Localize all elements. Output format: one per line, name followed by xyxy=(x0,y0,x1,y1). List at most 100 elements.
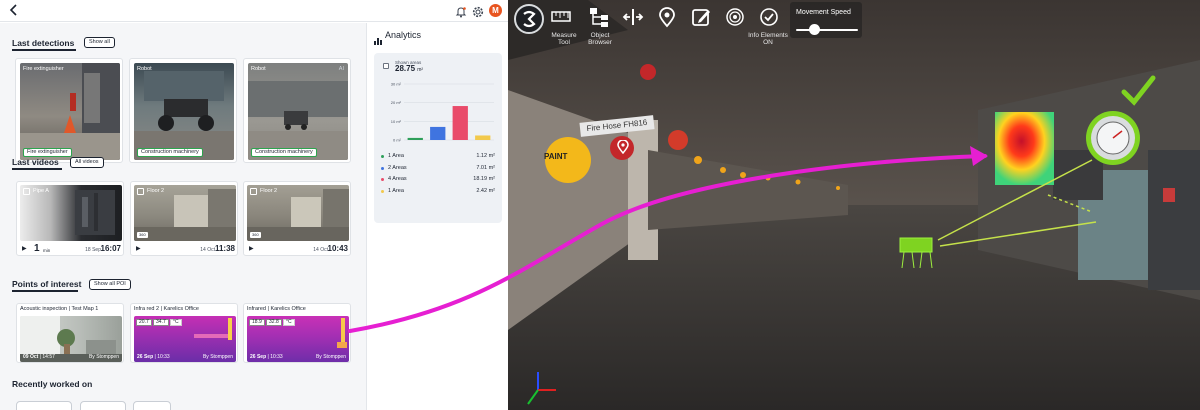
section-underline xyxy=(12,168,62,170)
play-icon[interactable]: ▶ xyxy=(22,245,27,252)
ruler-icon[interactable] xyxy=(550,6,572,28)
measure-tool-label: Measure Tool xyxy=(551,32,577,46)
all-videos-button[interactable]: All videos xyxy=(70,157,104,168)
video-name: Floor 2 xyxy=(147,188,165,194)
warehouse-scene xyxy=(508,0,1200,410)
show-all-poi-button[interactable]: Show all POI xyxy=(89,279,131,290)
bar-3[interactable] xyxy=(452,106,468,140)
speed-slider-track[interactable] xyxy=(796,29,858,31)
cube-360-icon xyxy=(250,188,257,195)
ai-badge: AI xyxy=(338,66,344,72)
bar-chart-icon xyxy=(374,32,382,45)
detection-card[interactable]: Robot Construction machinery xyxy=(129,58,237,163)
hierarchy-icon[interactable] xyxy=(588,6,610,28)
area-checkbox[interactable] xyxy=(383,63,389,69)
last-detections-title: Last detections xyxy=(12,38,75,48)
legend-name: 1 Area xyxy=(388,187,404,194)
section-underline xyxy=(12,290,78,292)
detection-card[interactable]: Fire extinguisher Fire extinguisher xyxy=(15,58,123,163)
video-footer: ▶ 14 Oct 10:43 xyxy=(244,243,350,255)
detection-tag: Construction machinery xyxy=(251,148,317,157)
top-bar: M xyxy=(0,0,508,22)
legend-item[interactable]: 1 Area 1.12 m² xyxy=(381,153,495,162)
temp-unit-label: °C xyxy=(283,319,295,326)
legend-name: 4 Areas xyxy=(388,176,407,182)
video-duration: 1 xyxy=(34,243,40,254)
back-chevron-icon[interactable] xyxy=(8,4,22,18)
app-logo[interactable] xyxy=(514,4,544,34)
split-arrows-icon[interactable] xyxy=(622,6,644,28)
info-elements-label: Info Elements ON xyxy=(748,32,788,46)
video-thumbnail: Floor 2 360 xyxy=(247,185,349,241)
poi-title: Infrared | Karelics Office xyxy=(247,306,306,312)
legend-value: 2.42 m² xyxy=(476,187,495,194)
y-tick-label: 10 m² xyxy=(391,119,402,124)
points-of-interest-title: Points of interest xyxy=(12,279,82,289)
legend-color-dot xyxy=(381,166,384,170)
recent-item[interactable] xyxy=(16,401,72,410)
temp-unit-label: °C xyxy=(170,319,182,326)
poi-title: Acoustic inspection | Test Map 1 xyxy=(20,306,99,312)
poi-thumbnail: 18.9 32.8 °C 26 Sep | 10:33 By Stomppen xyxy=(247,316,349,362)
detection-thumbnail: Fire extinguisher Fire extinguisher xyxy=(20,63,120,160)
poi-card[interactable]: Infrared | Karelics Office 18.9 32.8 °C … xyxy=(243,303,351,363)
map-pin-icon[interactable] xyxy=(656,6,678,28)
legend-color-dot xyxy=(381,189,384,193)
camera-icon xyxy=(23,188,30,195)
play-icon[interactable]: ▶ xyxy=(136,245,141,252)
poi-title: Infra red 2 | Karelics Office xyxy=(134,306,199,312)
poi-date: 26 Sep | 10:33 xyxy=(250,354,283,360)
poi-card[interactable]: Acoustic inspection | Test Map 1 09 Oct … xyxy=(16,303,124,363)
video-360-badge: 360 xyxy=(137,232,148,238)
video-card[interactable]: Pipe A ▶ 1 min 18 Sep 16:07 xyxy=(16,181,124,256)
legend-item[interactable]: 2 Areas 7.01 m² xyxy=(381,165,495,174)
temp-low-label: 20.7 xyxy=(136,319,152,326)
poi-thumbnail: 20.7 34.7 °C 26 Sep | 10:33 By Stomppen xyxy=(134,316,236,362)
legend-item[interactable]: 1 Area 2.42 m² xyxy=(381,188,495,197)
dashboard-panel: M Last detections Show all Fire extingui… xyxy=(0,0,508,410)
bar-2[interactable] xyxy=(430,126,446,140)
legend-name: 2 Areas xyxy=(388,164,407,171)
analytics-title: Analytics xyxy=(385,30,422,40)
video-time: 11:38 xyxy=(214,244,235,253)
poi-card[interactable]: Infra red 2 | Karelics Office 20.7 34.7 … xyxy=(130,303,238,363)
map-pin-marker-icon[interactable] xyxy=(616,139,630,155)
detection-card[interactable]: Robot AI Construction machinery xyxy=(243,58,351,163)
video-date: 14 Oct xyxy=(200,247,215,253)
bar-4[interactable] xyxy=(475,135,491,140)
video-card[interactable]: Floor 2 360 ▶ 14 Oct 11:38 xyxy=(130,181,238,256)
speed-slider-handle[interactable] xyxy=(809,24,821,35)
check-circle-icon[interactable] xyxy=(758,6,780,28)
recent-item[interactable] xyxy=(80,401,126,410)
3d-viewer[interactable]: Measure Tool Object Browser Info Element… xyxy=(508,0,1200,410)
video-date: 18 Sep xyxy=(85,247,101,253)
edit-icon[interactable] xyxy=(690,6,712,28)
main-content: Last detections Show all Fire extinguish… xyxy=(0,23,366,410)
video-time: 10:43 xyxy=(327,244,348,253)
bell-icon[interactable] xyxy=(455,5,467,18)
legend-item[interactable]: 4 Areas 18.19 m² xyxy=(381,176,495,185)
movement-speed-control: Movement Speed xyxy=(790,2,862,38)
section-underline xyxy=(12,49,76,51)
video-thumbnail: Pipe A xyxy=(20,185,122,241)
recent-item[interactable] xyxy=(133,401,171,410)
video-footer: ▶ 14 Oct 11:38 xyxy=(131,243,237,255)
show-all-detections-button[interactable]: Show all xyxy=(84,37,115,48)
movement-speed-label: Movement Speed xyxy=(796,9,851,16)
video-card[interactable]: Floor 2 360 ▶ 14 Oct 10:43 xyxy=(243,181,351,256)
object-browser-label: Object Browser xyxy=(588,32,612,46)
video-thumbnail: Floor 2 360 xyxy=(134,185,236,241)
poi-thumbnail: 09 Oct | 14:57 By Stomppen xyxy=(20,316,122,362)
gear-icon[interactable] xyxy=(472,5,484,18)
detection-thumbnail: Robot Construction machinery xyxy=(134,63,234,160)
user-avatar[interactable]: M xyxy=(489,4,502,17)
play-icon[interactable]: ▶ xyxy=(249,245,254,252)
last-videos-title: Last videos xyxy=(12,157,59,167)
detection-label: Robot xyxy=(251,66,266,72)
legend-name: 1 Area xyxy=(388,153,404,159)
target-icon[interactable] xyxy=(724,6,746,28)
bar-1[interactable] xyxy=(407,137,423,140)
detection-thumbnail: Robot AI Construction machinery xyxy=(248,63,348,160)
temp-high-label: 34.7 xyxy=(153,319,169,326)
video-name: Pipe A xyxy=(33,188,49,194)
